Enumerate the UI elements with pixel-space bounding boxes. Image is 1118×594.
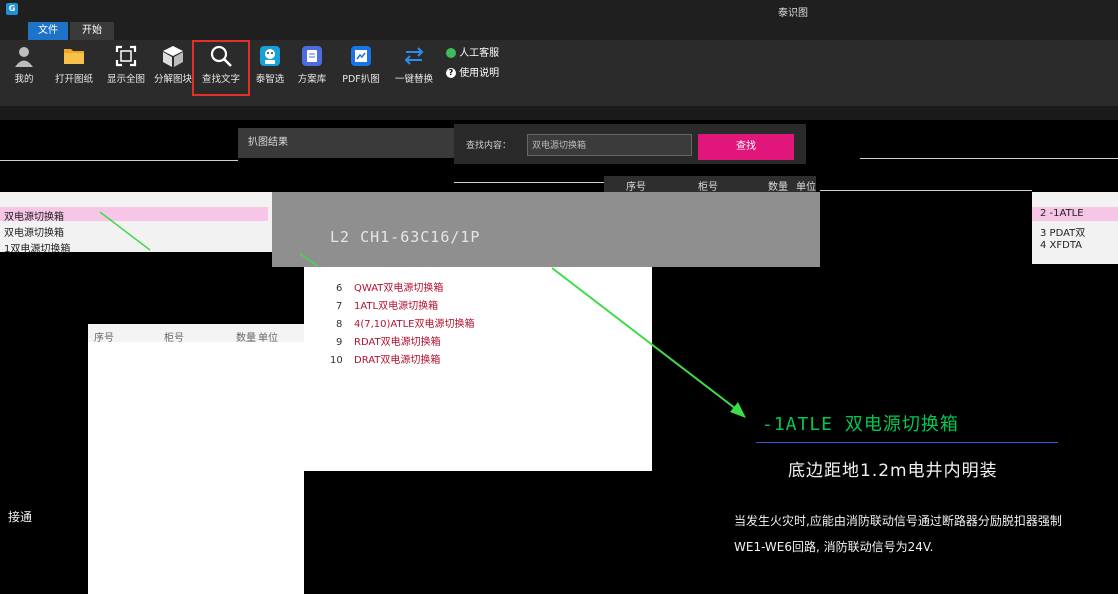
cad-note-left: 接通 [8,510,33,524]
arrow-line [299,253,319,267]
cad-label-install: 底边距地1.2m电井内明装 [788,461,998,481]
cad-underline [756,442,1058,443]
arrow-head-icon [730,402,746,418]
arrow-line [99,211,151,251]
cad-note-fire: 当发生火灾时,应能由消防联动信号通过断路器分励脱扣器强制 [734,514,1062,528]
cad-note-signal: WE1-WE6回路, 消防联动信号为24V. [734,540,934,554]
annotation-arrows [99,211,746,418]
arrow-line [551,267,741,413]
cad-label-equipment: -1ATLE 双电源切换箱 [762,414,959,435]
